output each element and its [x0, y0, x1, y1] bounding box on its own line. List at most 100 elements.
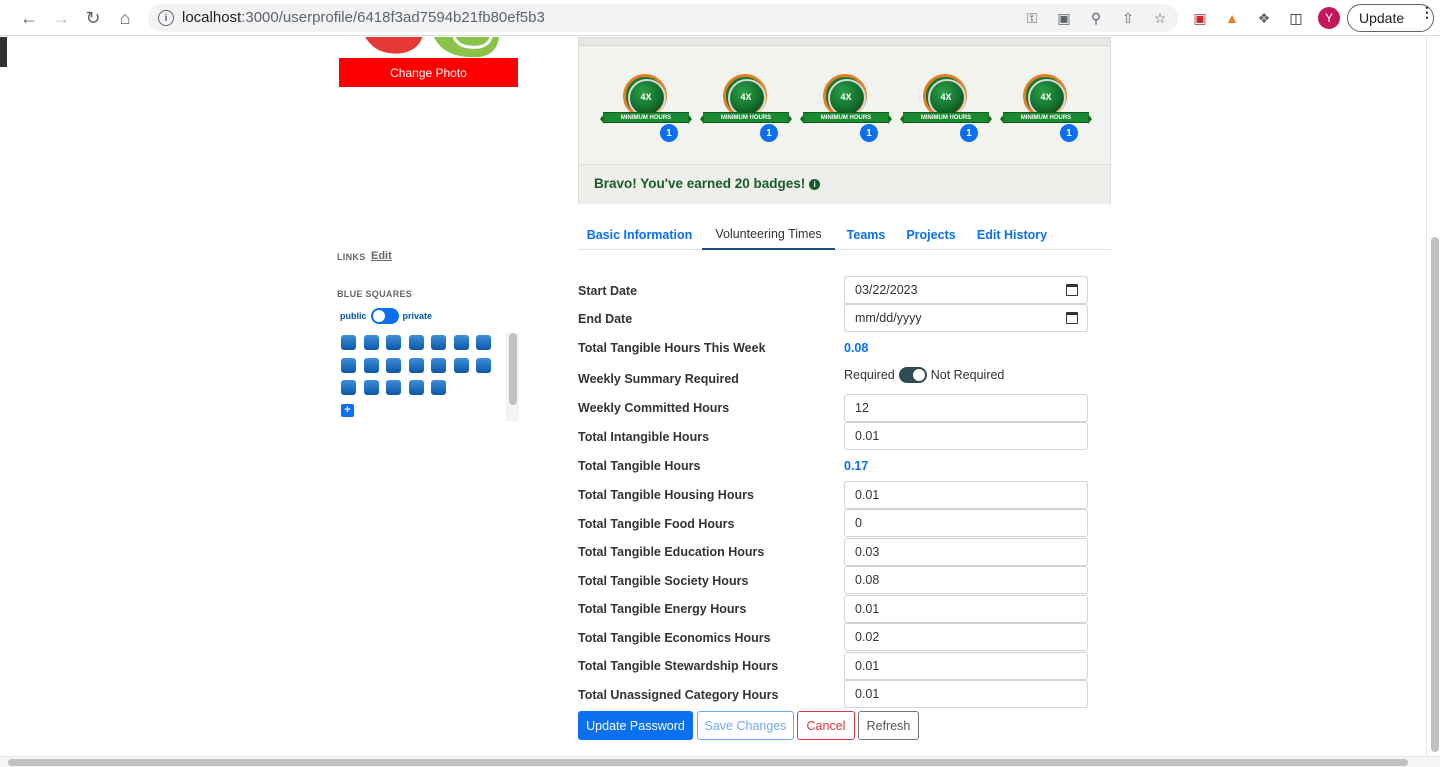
- refresh-button[interactable]: Refresh: [858, 711, 919, 740]
- profile-avatar[interactable]: Y: [1318, 7, 1340, 29]
- blue-square[interactable]: [431, 335, 446, 350]
- public-label: public: [340, 311, 367, 321]
- private-label: private: [402, 311, 433, 321]
- translate-icon[interactable]: ▣: [1054, 8, 1074, 28]
- energy-input[interactable]: 0.01: [844, 595, 1088, 623]
- blue-square[interactable]: [386, 357, 401, 373]
- housing-input[interactable]: 0.01: [844, 481, 1088, 509]
- blue-square[interactable]: [408, 380, 424, 395]
- blue-square[interactable]: [386, 335, 401, 350]
- badge-ribbon: MINIMUM HOURS: [1000, 112, 1092, 124]
- calendar-icon[interactable]: [1066, 284, 1078, 296]
- tab-volunteering-times[interactable]: Volunteering Times: [702, 219, 835, 250]
- blue-square[interactable]: [341, 335, 356, 350]
- home-icon[interactable]: ⌂: [109, 2, 141, 34]
- zoom-icon[interactable]: ⚲: [1086, 8, 1106, 28]
- energy-label: Total Tangible Energy Hours: [578, 602, 747, 616]
- start-date-value: 03/22/2023: [855, 283, 918, 297]
- blue-square[interactable]: [476, 335, 491, 350]
- tab-projects[interactable]: Projects: [898, 219, 964, 250]
- info-icon[interactable]: i: [809, 179, 821, 190]
- required-label: Required: [844, 368, 895, 382]
- blue-square[interactable]: [341, 380, 356, 395]
- save-changes-button[interactable]: Save Changes: [697, 711, 794, 740]
- economics-input[interactable]: 0.02: [844, 623, 1088, 651]
- badge-minimum-hours[interactable]: 4X MINIMUM HOURS 1: [1000, 72, 1092, 142]
- stewardship-input[interactable]: 0.01: [844, 652, 1088, 680]
- weekly-summary-toggle[interactable]: Required Not Required: [844, 367, 1004, 383]
- cancel-button[interactable]: Cancel: [797, 711, 855, 740]
- address-bar[interactable]: i localhost:3000/userprofile/6418f3ad759…: [148, 4, 1178, 32]
- side-panel-icon[interactable]: ◫: [1286, 8, 1306, 28]
- weekly-summary-switch[interactable]: [898, 367, 927, 383]
- badges-summary: Bravo! You've earned 20 badges! i: [594, 176, 821, 191]
- blue-square[interactable]: [453, 335, 469, 350]
- society-input[interactable]: 0.08: [844, 566, 1088, 594]
- badge-title: 4X: [740, 92, 752, 102]
- blue-squares-list: +: [338, 333, 520, 423]
- badge-minimum-hours[interactable]: 4X MINIMUM HOURS 1: [700, 72, 792, 142]
- badge-count: 1: [760, 124, 778, 142]
- blue-square[interactable]: [431, 357, 446, 373]
- end-date-input[interactable]: mm/dd/yyyy: [844, 304, 1088, 332]
- blue-squares-visibility-toggle[interactable]: public private: [340, 308, 432, 324]
- intangible-input[interactable]: 0.01: [844, 422, 1088, 450]
- tab-basic-information[interactable]: Basic Information: [578, 219, 701, 250]
- unassigned-label: Total Unassigned Category Hours: [578, 688, 779, 702]
- blue-square[interactable]: [453, 357, 469, 373]
- browser-update-button[interactable]: Update ⋮: [1347, 4, 1434, 32]
- education-input[interactable]: 0.03: [844, 538, 1088, 566]
- badge-minimum-hours[interactable]: 4X MINIMUM HOURS 1: [800, 72, 892, 142]
- vertical-scrollbar[interactable]: [1431, 237, 1439, 752]
- badges-panel: Bravo! You've earned 20 badges! i 4X MINI…: [578, 37, 1111, 204]
- badge-minimum-hours[interactable]: 4X MINIMUM HOURS 1: [900, 72, 992, 142]
- blue-squares-scrollbar[interactable]: [509, 333, 517, 405]
- profile-tabs: Basic Information Volunteering Times Tea…: [578, 219, 1111, 250]
- end-date-label: End Date: [578, 312, 633, 326]
- blue-square[interactable]: [363, 357, 379, 373]
- blue-square[interactable]: [341, 357, 356, 373]
- share-icon[interactable]: ⇧: [1118, 8, 1138, 28]
- tangible-this-week-value: 0.08: [844, 341, 869, 355]
- badge-minimum-hours[interactable]: 4X MINIMUM HOURS 1: [600, 72, 692, 142]
- weekly-committed-input[interactable]: 12: [844, 394, 1088, 422]
- blue-square[interactable]: [408, 357, 424, 373]
- badge-ribbon: MINIMUM HOURS: [700, 112, 792, 124]
- add-blue-square-button[interactable]: +: [341, 404, 354, 417]
- tab-teams[interactable]: Teams: [836, 219, 896, 250]
- unassigned-input[interactable]: 0.01: [844, 680, 1088, 708]
- horizontal-scrollbar[interactable]: [8, 759, 1408, 766]
- profile-photo: [339, 37, 518, 59]
- tab-edit-history[interactable]: Edit History: [966, 219, 1058, 250]
- update-password-button[interactable]: Update Password: [578, 711, 693, 740]
- site-info-icon[interactable]: i: [158, 10, 174, 26]
- weekly-committed-label: Weekly Committed Hours: [578, 401, 730, 415]
- blue-square[interactable]: [408, 335, 424, 350]
- tangible-total-value: 0.17: [844, 459, 869, 473]
- blue-square[interactable]: [363, 380, 379, 395]
- links-edit-link[interactable]: Edit: [371, 250, 392, 262]
- back-icon[interactable]: ←: [13, 2, 45, 34]
- blue-square[interactable]: [431, 380, 446, 395]
- more-menu-icon[interactable]: ⋮: [1420, 5, 1434, 19]
- food-input[interactable]: 0: [844, 509, 1088, 537]
- extension-red-icon[interactable]: ▣: [1190, 8, 1210, 28]
- extensions-puzzle-icon[interactable]: ❖: [1254, 8, 1274, 28]
- forward-icon[interactable]: →: [45, 2, 77, 34]
- blue-square[interactable]: [476, 357, 491, 373]
- reload-icon[interactable]: ↻: [77, 2, 109, 34]
- bookmark-star-icon[interactable]: ☆: [1150, 8, 1170, 28]
- badge-title: 4X: [1040, 92, 1052, 102]
- blue-square[interactable]: [363, 335, 379, 350]
- key-icon[interactable]: ⚿: [1022, 8, 1042, 28]
- education-label: Total Tangible Education Hours: [578, 545, 765, 559]
- change-photo-button[interactable]: Change Photo: [339, 58, 518, 87]
- metamask-fox-icon[interactable]: ▲: [1222, 8, 1242, 28]
- update-label: Update: [1359, 10, 1405, 26]
- left-edge-bar: [0, 37, 7, 67]
- visibility-switch[interactable]: [370, 308, 399, 324]
- blue-square[interactable]: [386, 380, 401, 395]
- tangible-total-label: Total Tangible Hours: [578, 459, 701, 473]
- start-date-input[interactable]: 03/22/2023: [844, 276, 1088, 304]
- calendar-icon[interactable]: [1066, 312, 1078, 324]
